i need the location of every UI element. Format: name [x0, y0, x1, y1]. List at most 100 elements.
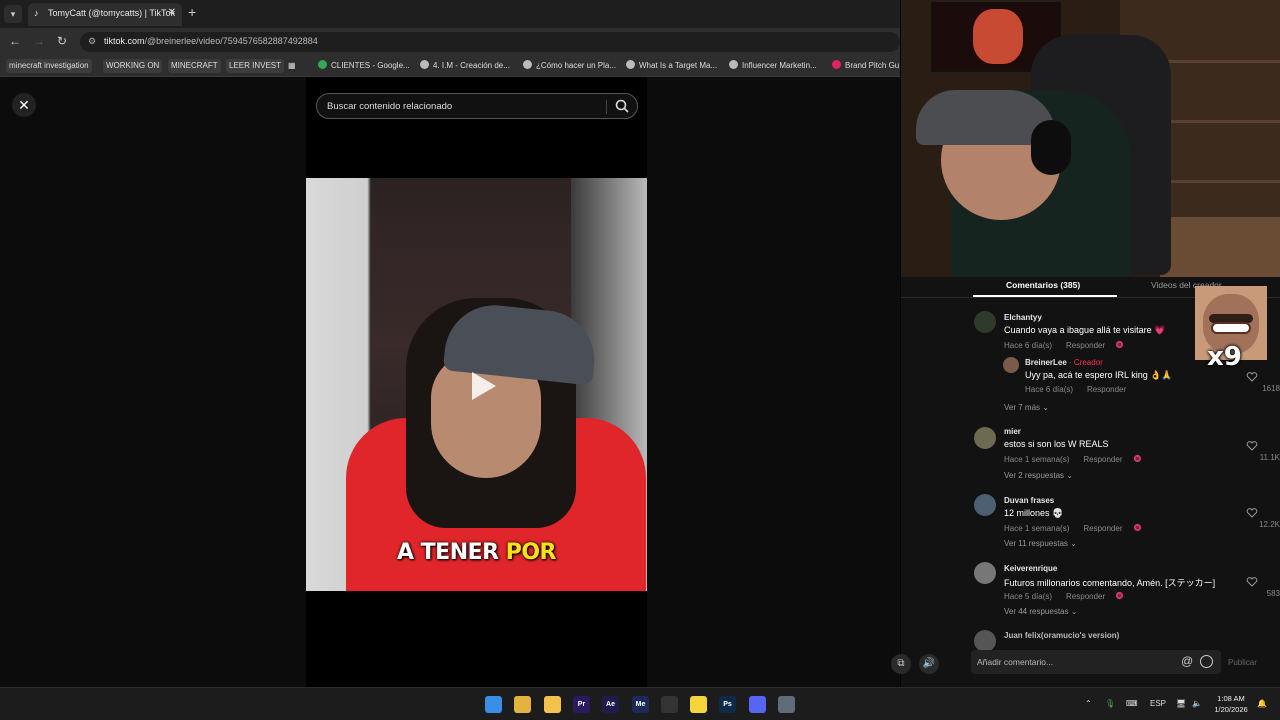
tray-overflow-icon[interactable]: ⌃: [1085, 699, 1092, 708]
comment-text: Cuando vaya a ibague allá te visitare 💗: [1004, 325, 1166, 335]
video-player[interactable]: A TENER POR: [306, 178, 647, 591]
clock-time: 1:08 AM: [1217, 694, 1245, 703]
bookmark-item[interactable]: minecraft investigation: [6, 59, 92, 73]
tab-comments[interactable]: Comentarios (385): [1006, 280, 1080, 290]
comment-username[interactable]: BreinerLee · Creador: [1025, 358, 1103, 367]
comment-username[interactable]: mier: [1004, 427, 1021, 436]
like-heart-icon[interactable]: [1246, 372, 1258, 382]
reaction-icon[interactable]: [1133, 454, 1142, 463]
comment-username[interactable]: Keiverenrique: [1004, 564, 1057, 573]
microphone-icon[interactable]: 🎙: [1105, 699, 1115, 708]
bookmark-item[interactable]: ¿Cómo hacer un Pla...: [523, 59, 616, 73]
video-caption: A TENER POR: [396, 540, 557, 565]
sticky-notes-icon[interactable]: [690, 696, 707, 713]
reply-button[interactable]: Responder: [1066, 341, 1105, 350]
bookmark-item[interactable]: WORKING ON: [103, 59, 163, 73]
tab-close-icon[interactable]: ✕: [168, 7, 176, 18]
emoji-icon[interactable]: [1200, 655, 1213, 668]
avatar[interactable]: [974, 630, 996, 652]
reaction-icon[interactable]: [1133, 523, 1142, 532]
site-info-icon[interactable]: ⚙: [88, 36, 98, 46]
bookmark-label: 4. I.M - Creación de...: [433, 61, 510, 70]
avatar[interactable]: [1003, 357, 1019, 373]
language-indicator[interactable]: ESP: [1150, 699, 1166, 708]
search-divider: [606, 100, 607, 114]
bookmark-label: MINECRAFT: [171, 61, 218, 70]
reply-button[interactable]: Responder: [1066, 592, 1105, 601]
bookmark-item[interactable]: What Is a Target Ma...: [626, 59, 717, 73]
new-tab-button[interactable]: +: [188, 4, 196, 20]
reply-button[interactable]: Responder: [1087, 385, 1126, 394]
file-explorer-icon[interactable]: [544, 696, 561, 713]
network-icon[interactable]: 🖥: [1176, 699, 1186, 708]
bookmark-favicon-icon: [318, 60, 327, 69]
search-placeholder: Buscar contenido relacionado: [327, 101, 453, 112]
windows-start-icon[interactable]: [485, 696, 502, 713]
comment-meta: Hace 6 día(s) Responder: [1025, 385, 1127, 394]
like-heart-icon[interactable]: [1246, 441, 1258, 451]
like-count: 1618: [1262, 384, 1280, 393]
obs-icon[interactable]: [661, 696, 678, 713]
tab-search-button[interactable]: ▾: [4, 5, 22, 23]
discord-icon[interactable]: [749, 696, 766, 713]
comment-meta: Hace 5 día(s) Responder: [1004, 591, 1124, 601]
reply-button[interactable]: Responder: [1083, 455, 1122, 464]
bookmark-item[interactable]: CLIENTES - Google...: [318, 59, 410, 73]
bookmark-item[interactable]: Brand Pitch Gu: [832, 59, 899, 73]
comment-username[interactable]: Juan felix(oramucio's version): [1004, 631, 1119, 640]
bookmark-favicon-icon: [523, 60, 532, 69]
comment-input[interactable]: Añadir comentario... @: [971, 650, 1221, 674]
media-encoder-icon[interactable]: Me: [632, 696, 649, 713]
photoshop-icon[interactable]: Ps: [719, 696, 736, 713]
keyboard-icon[interactable]: ⌨: [1126, 699, 1138, 708]
tab-title: TomyCatt (@tomycatts) | TikTok: [48, 8, 175, 18]
clock-date: 1/20/2026: [1214, 705, 1248, 714]
view-replies[interactable]: Ver 44 respuestas ⌄: [1004, 607, 1077, 616]
like-heart-icon[interactable]: [1246, 577, 1258, 587]
comment-username[interactable]: Duvan frases: [1004, 496, 1054, 505]
picture-in-picture-icon[interactable]: ⧉: [891, 654, 911, 674]
comment-username[interactable]: Elchantyy: [1004, 313, 1042, 322]
back-icon[interactable]: ←: [9, 34, 21, 48]
after-effects-icon[interactable]: Ae: [602, 696, 619, 713]
bookmark-item[interactable]: Influencer Marketin...: [729, 59, 817, 73]
reload-icon[interactable]: ↻: [57, 34, 67, 48]
settings-icon[interactable]: [778, 696, 795, 713]
bookmark-favicon-icon: [626, 60, 635, 69]
reply-button[interactable]: Responder: [1083, 524, 1122, 533]
comment-text: Futuros millonarios comentando, Amén. [ス…: [1004, 578, 1216, 588]
view-more-replies[interactable]: Ver 7 más ⌄: [1004, 403, 1049, 412]
view-replies[interactable]: Ver 11 respuestas ⌄: [1004, 539, 1077, 548]
bookmark-item[interactable]: LEER INVEST: [226, 59, 285, 73]
volume-icon[interactable]: 🔊: [919, 654, 939, 674]
tiktok-video-page: ✕ Buscar contenido relacionado A TENER P…: [0, 77, 940, 687]
mention-icon[interactable]: @: [1181, 654, 1193, 668]
search-icon[interactable]: [614, 98, 630, 114]
avatar[interactable]: [974, 562, 996, 584]
speaker-icon[interactable]: 🔈: [1192, 699, 1202, 708]
like-heart-icon[interactable]: [1246, 508, 1258, 518]
forward-icon[interactable]: →: [33, 34, 45, 48]
apps-grid-icon[interactable]: ▦: [288, 59, 296, 73]
avatar[interactable]: [974, 311, 996, 333]
reaction-icon[interactable]: [1115, 340, 1124, 349]
reaction-icon[interactable]: [1115, 591, 1124, 600]
address-bar-row: ← → ↻ ⚙ tiktok.com/@breinerlee/video/759…: [0, 28, 900, 55]
view-replies[interactable]: Ver 2 respuestas ⌄: [1004, 471, 1073, 480]
bookmark-item[interactable]: 4. I.M - Creación de...: [420, 59, 510, 73]
bookmark-item[interactable]: MINECRAFT: [168, 59, 221, 73]
avatar[interactable]: [974, 427, 996, 449]
system-clock[interactable]: 1:08 AM 1/20/2026: [1208, 693, 1254, 715]
related-search-input[interactable]: Buscar contenido relacionado: [316, 93, 638, 119]
url-field[interactable]: ⚙ tiktok.com/@breinerlee/video/759457658…: [80, 32, 900, 52]
play-icon[interactable]: [462, 366, 502, 406]
notification-bell-icon[interactable]: 🔔: [1257, 699, 1267, 708]
publish-button[interactable]: Publicar: [1228, 658, 1257, 667]
bookmark-label: LEER INVEST: [229, 61, 282, 70]
chrome-icon[interactable]: [514, 696, 531, 713]
avatar[interactable]: [974, 494, 996, 516]
browser-tab[interactable]: ♪ TomyCatt (@tomycatts) | TikTok ✕: [28, 3, 182, 26]
premiere-icon[interactable]: Pr: [573, 696, 590, 713]
close-video-button[interactable]: ✕: [12, 93, 36, 117]
like-count: 11.1K: [1259, 453, 1280, 462]
